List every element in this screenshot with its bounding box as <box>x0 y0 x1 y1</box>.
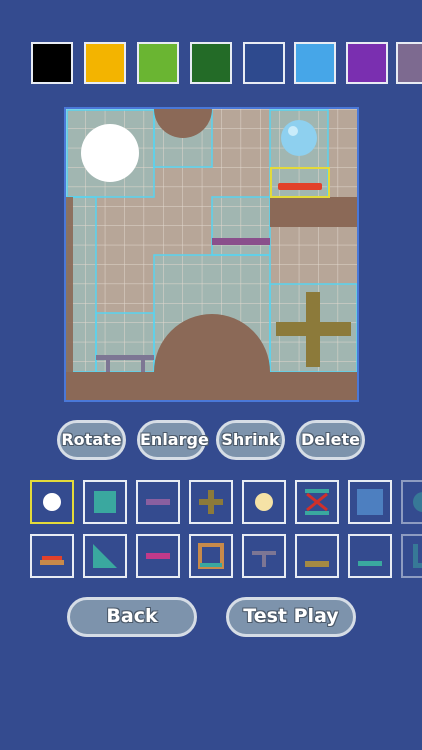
piece-x-bar[interactable] <box>295 480 339 524</box>
board-canvas <box>66 109 357 400</box>
brown-ledge <box>270 197 357 227</box>
swatch-light-green[interactable] <box>137 42 179 84</box>
swatch-sky-blue[interactable] <box>294 42 336 84</box>
piece-white-ball[interactable] <box>30 480 74 524</box>
delete-button[interactable]: Delete <box>296 420 365 460</box>
test-play-button[interactable]: Test Play <box>226 597 356 637</box>
swatch-purple[interactable] <box>346 42 388 84</box>
blue-ball-piece <box>281 120 317 156</box>
swatch-dark-green[interactable] <box>190 42 232 84</box>
enlarge-button[interactable]: Enlarge <box>137 420 209 460</box>
purple-bar-piece <box>212 238 270 245</box>
ground-piece <box>66 372 357 400</box>
piece-teal-circle[interactable] <box>401 480 422 524</box>
color-palette <box>0 42 422 88</box>
piece-purple-bar[interactable] <box>136 480 180 524</box>
white-ball-piece <box>81 124 139 182</box>
piece-cross[interactable] <box>189 480 233 524</box>
piece-teal-square[interactable] <box>83 480 127 524</box>
rotate-button[interactable]: Rotate <box>57 420 126 460</box>
piece-corner[interactable] <box>401 534 422 578</box>
swatch-mauve[interactable] <box>396 42 422 84</box>
piece-teal-bar[interactable] <box>348 534 392 578</box>
piece-cream-ball[interactable] <box>242 480 286 524</box>
red-platform-piece <box>278 183 322 190</box>
piece-blue-square[interactable] <box>348 480 392 524</box>
piece-frame[interactable] <box>189 534 233 578</box>
swatch-yellow[interactable] <box>84 42 126 84</box>
piece-t-shape[interactable] <box>242 534 286 578</box>
piece-red-platform[interactable] <box>30 534 74 578</box>
back-button[interactable]: Back <box>67 597 197 637</box>
shrink-button[interactable]: Shrink <box>216 420 285 460</box>
piece-brown-bar[interactable] <box>295 534 339 578</box>
piece-teal-triangle[interactable] <box>83 534 127 578</box>
piece-pink-bar[interactable] <box>136 534 180 578</box>
level-board[interactable] <box>64 107 359 402</box>
swatch-black[interactable] <box>31 42 73 84</box>
swatch-navy[interactable] <box>243 42 285 84</box>
